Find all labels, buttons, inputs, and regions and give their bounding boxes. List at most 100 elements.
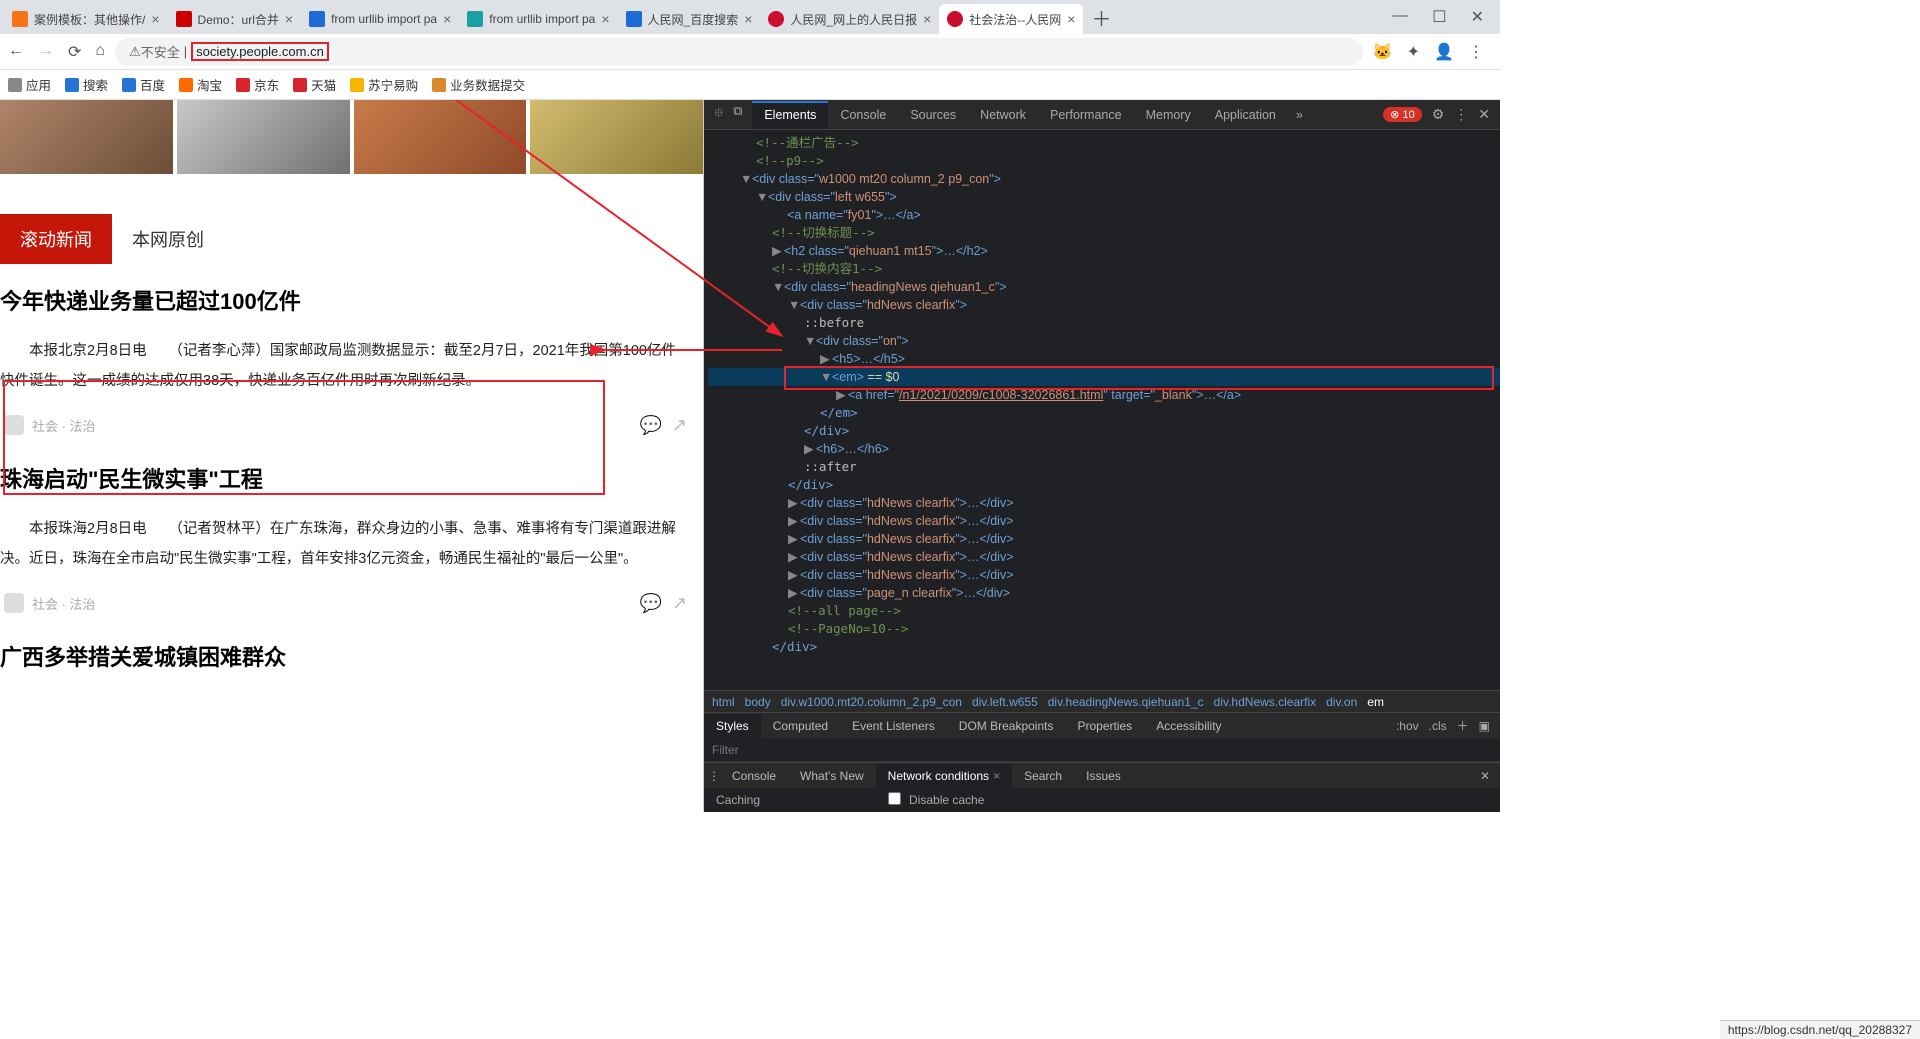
settings-icon[interactable]: ⚙ [1432, 106, 1445, 123]
tab-listeners[interactable]: Event Listeners [840, 714, 947, 738]
article-title[interactable]: 广西多举措关爱城镇困难群众 [0, 640, 679, 672]
tab-5[interactable]: 人民网_百度搜索× [618, 4, 761, 34]
error-badge[interactable]: ⊗ 10 [1383, 107, 1422, 122]
tag-label[interactable]: 社会 · 法治 [32, 416, 96, 435]
close-window-icon[interactable]: ✕ [1471, 7, 1484, 27]
tab-sources[interactable]: Sources [898, 101, 968, 129]
tab-memory[interactable]: Memory [1134, 101, 1203, 129]
menu-icon[interactable]: ⋮ [1468, 42, 1484, 62]
sidebar-toggle-icon[interactable]: ▣ [1479, 719, 1490, 733]
tab-scrolling-news[interactable]: 滚动新闻 [0, 214, 112, 264]
new-tab-button[interactable]: ＋ [1091, 3, 1111, 32]
dom-tree[interactable]: <!--通栏广告--> <!--p9--> ▼<div class="w1000… [704, 130, 1500, 690]
dom-node[interactable]: ▼<div class="left w655"> [708, 188, 1500, 206]
close-icon[interactable]: × [285, 11, 293, 27]
extensions-icon[interactable]: ✦ [1407, 42, 1420, 62]
tab-console-drawer[interactable]: Console [720, 764, 788, 788]
close-icon[interactable]: × [151, 11, 159, 27]
drawer-close-icon[interactable]: ✕ [1480, 769, 1490, 783]
tab-styles[interactable]: Styles [704, 714, 761, 738]
crumb[interactable]: div.w1000.mt20.column_2.p9_con [781, 695, 962, 709]
close-icon[interactable]: × [1067, 11, 1075, 27]
ext-cat-icon[interactable]: 🐱 [1373, 42, 1393, 62]
dom-node-link[interactable]: ▶<a href="/n1/2021/0209/c1008-32026861.h… [708, 386, 1500, 404]
profile-icon[interactable]: 👤 [1434, 42, 1454, 62]
add-rule-icon[interactable]: ＋ [1457, 717, 1469, 734]
devtools-menu-icon[interactable]: ⋮ [1454, 106, 1468, 123]
inspect-icon[interactable]: ⯐ [714, 104, 723, 125]
apps-button[interactable]: 应用 [8, 75, 51, 94]
bookmark-baidu[interactable]: 百度 [122, 75, 165, 94]
page-viewport[interactable]: 滚动新闻 本网原创 今年快递业务量已超过100亿件 本报北京2月8日电 （记者李… [0, 100, 704, 812]
article-title[interactable]: 今年快递业务量已超过100亿件 [0, 284, 679, 316]
minimize-icon[interactable]: — [1392, 7, 1408, 27]
tab-issues[interactable]: Issues [1074, 764, 1133, 788]
reload-icon[interactable]: ⟳ [68, 42, 81, 62]
back-icon[interactable]: ← [8, 42, 24, 62]
url-input[interactable]: ⚠ 不安全 | society.people.com.cn [115, 38, 1363, 66]
dom-node[interactable]: ▶<div class="hdNews clearfix">…</div> [708, 494, 1500, 512]
close-icon[interactable]: × [443, 11, 451, 27]
tab-1[interactable]: 案例模板：其他操作/× [4, 4, 168, 34]
tab-7-active[interactable]: 社会法治--人民网× [939, 4, 1083, 34]
dom-node-selected[interactable]: ▼<em> == $0 [708, 368, 1500, 386]
tab-network-conditions[interactable]: Network conditions× [876, 764, 1012, 788]
cls-toggle[interactable]: .cls [1429, 719, 1447, 733]
dom-node[interactable]: ▶<h6>…</h6> [708, 440, 1500, 458]
dom-node[interactable]: ▶<h5>…</h5> [708, 350, 1500, 368]
forward-icon[interactable]: → [38, 42, 54, 62]
tab-search[interactable]: Search [1012, 764, 1074, 788]
tab-application[interactable]: Application [1203, 101, 1288, 129]
bookmark-taobao[interactable]: 淘宝 [179, 75, 222, 94]
tab-3[interactable]: from urllib import pa× [301, 4, 459, 34]
bookmark-search[interactable]: 搜索 [65, 75, 108, 94]
tab-accessibility[interactable]: Accessibility [1144, 714, 1233, 738]
crumb[interactable]: div.hdNews.clearfix [1214, 695, 1316, 709]
dom-node[interactable]: ▶<div class="hdNews clearfix">…</div> [708, 512, 1500, 530]
tab-6[interactable]: 人民网_网上的人民日报× [760, 4, 939, 34]
home-icon[interactable]: ⌂ [95, 42, 105, 62]
article-title[interactable]: 珠海启动"民生微实事"工程 [0, 462, 679, 494]
device-icon[interactable]: ⧉ [733, 104, 742, 125]
bookmark-tmall[interactable]: 天猫 [293, 75, 336, 94]
crumb[interactable]: div.headingNews.qiehuan1_c [1048, 695, 1204, 709]
tab-whats-new[interactable]: What's New [788, 764, 876, 788]
dom-node[interactable]: ▶<div class="hdNews clearfix">…</div> [708, 548, 1500, 566]
tab-console[interactable]: Console [828, 101, 898, 129]
dom-node[interactable]: ▶<div class="hdNews clearfix">…</div> [708, 530, 1500, 548]
comment-icon[interactable]: 💬 [639, 593, 661, 614]
dom-node[interactable]: ▼<div class="headingNews qiehuan1_c"> [708, 278, 1500, 296]
close-icon[interactable]: × [601, 11, 609, 27]
bookmark-data[interactable]: 业务数据提交 [432, 75, 525, 94]
dom-node[interactable]: ▶<div class="page_n clearfix">…</div> [708, 584, 1500, 602]
crumb[interactable]: div.on [1326, 695, 1357, 709]
tab-elements[interactable]: Elements [752, 101, 828, 129]
tab-original[interactable]: 本网原创 [112, 214, 224, 264]
dom-node[interactable]: ▼<div class="on"> [708, 332, 1500, 350]
disable-cache-checkbox[interactable] [888, 792, 901, 805]
crumb-selected[interactable]: em [1367, 695, 1384, 709]
tab-properties[interactable]: Properties [1065, 714, 1144, 738]
share-icon[interactable]: ↗ [672, 415, 687, 436]
dom-node[interactable]: ▼<div class="w1000 mt20 column_2 p9_con"… [708, 170, 1500, 188]
comment-icon[interactable]: 💬 [639, 415, 661, 436]
filter-input[interactable] [712, 743, 1492, 757]
crumb[interactable]: html [712, 695, 735, 709]
dom-node[interactable]: ▶<h2 class="qiehuan1 mt15">…</h2> [708, 242, 1500, 260]
tab-2[interactable]: Demo：url合并× [168, 4, 302, 34]
tab-4[interactable]: from urllib import pa× [459, 4, 617, 34]
bookmark-jd[interactable]: 京东 [236, 75, 279, 94]
devtools-close-icon[interactable]: ✕ [1478, 106, 1490, 123]
tag-label[interactable]: 社会 · 法治 [32, 594, 96, 613]
tab-dom-breakpoints[interactable]: DOM Breakpoints [947, 714, 1066, 738]
close-icon[interactable]: × [923, 11, 931, 27]
crumb[interactable]: div.left.w655 [972, 695, 1038, 709]
tab-computed[interactable]: Computed [761, 714, 840, 738]
tab-network[interactable]: Network [968, 101, 1038, 129]
more-tabs-icon[interactable]: » [1288, 108, 1311, 122]
crumb[interactable]: body [745, 695, 771, 709]
close-icon[interactable]: × [993, 769, 1000, 783]
tab-performance[interactable]: Performance [1038, 101, 1134, 129]
bookmark-suning[interactable]: 苏宁易购 [350, 75, 418, 94]
close-icon[interactable]: × [744, 11, 752, 27]
